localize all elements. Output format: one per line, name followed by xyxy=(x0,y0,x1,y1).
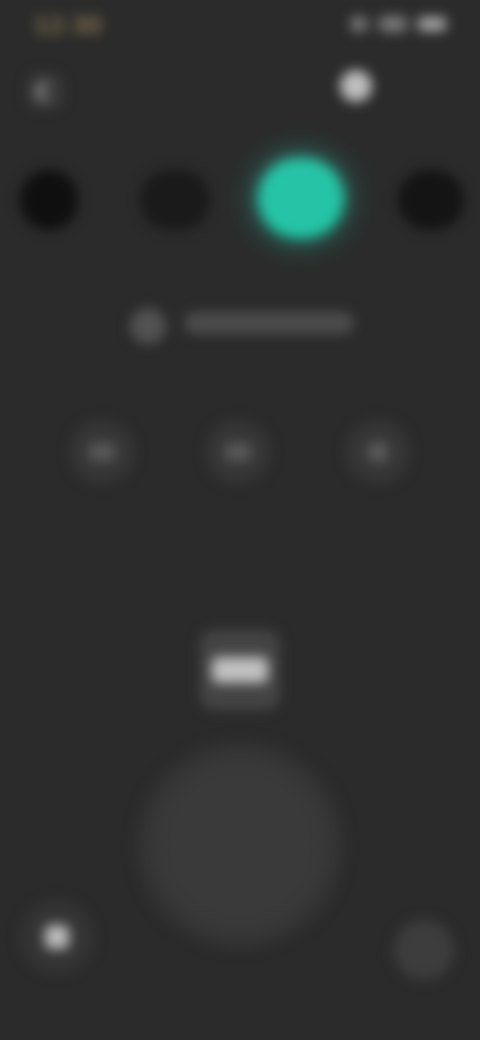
mode-4-button[interactable] xyxy=(398,170,464,230)
home-button[interactable] xyxy=(20,900,94,974)
battery-icon xyxy=(418,17,446,31)
keyboard-icon xyxy=(89,443,115,461)
connection-icon xyxy=(130,308,166,344)
joystick-circle[interactable] xyxy=(135,740,345,950)
quick-action-keyboard-button[interactable] xyxy=(70,420,134,484)
status-bar: 12:30 xyxy=(0,0,480,60)
touchpad-button[interactable] xyxy=(200,630,280,710)
quick-action-circle-button[interactable] xyxy=(346,420,410,484)
signal-icon xyxy=(350,16,368,32)
settings-toggle[interactable] xyxy=(340,70,382,102)
dpad-icon xyxy=(225,443,251,461)
mode-2-button[interactable] xyxy=(140,170,210,230)
mode-selector xyxy=(0,140,480,250)
menu-button[interactable] xyxy=(394,920,454,980)
quick-action-dpad-button[interactable] xyxy=(206,420,270,484)
chevron-left-icon xyxy=(34,80,56,102)
header xyxy=(0,60,480,120)
connection-row[interactable] xyxy=(0,290,480,360)
circle-icon xyxy=(367,441,389,463)
touchpad-icon xyxy=(212,657,268,683)
mode-1-button[interactable] xyxy=(20,170,78,230)
wifi-icon xyxy=(378,16,408,32)
status-time: 12:30 xyxy=(34,14,103,39)
toggle-knob-icon xyxy=(340,70,372,102)
back-button[interactable] xyxy=(28,74,62,108)
mode-3-button-selected[interactable] xyxy=(258,158,344,238)
connection-label xyxy=(184,312,354,334)
status-indicators xyxy=(350,16,446,32)
home-icon xyxy=(45,925,69,949)
